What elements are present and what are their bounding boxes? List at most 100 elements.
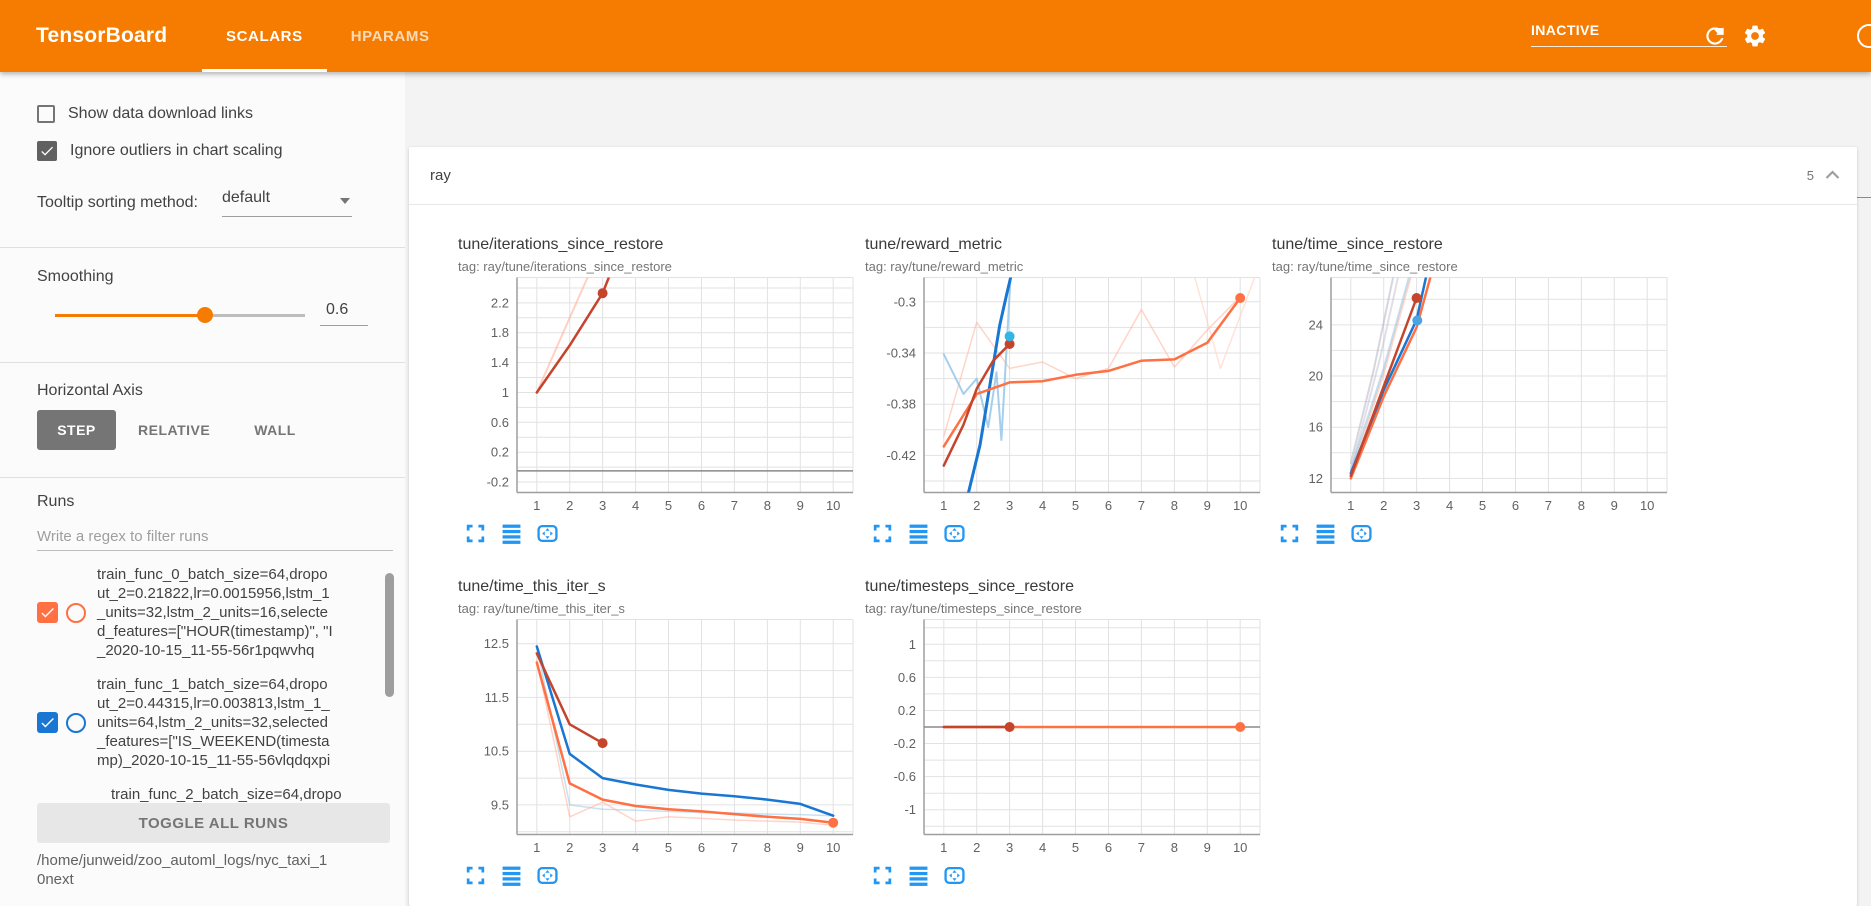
expand-chart-icon[interactable] bbox=[872, 865, 893, 886]
run-checkbox[interactable] bbox=[37, 712, 58, 733]
svg-text:0.2: 0.2 bbox=[898, 703, 916, 718]
chart-runs-list-icon[interactable] bbox=[501, 865, 522, 886]
tag-group-card: ray 5 tune/iterations_since_restoretag: … bbox=[409, 147, 1857, 906]
scalar-chart-card: tune/time_since_restoretag: ray/tune/tim… bbox=[1262, 236, 1669, 578]
run-checkbox[interactable] bbox=[37, 602, 58, 623]
chart-plot[interactable]: 1216202412345678910 bbox=[1262, 277, 1669, 528]
help-icon[interactable] bbox=[1856, 23, 1871, 49]
svg-text:1: 1 bbox=[533, 498, 540, 513]
svg-text:9: 9 bbox=[797, 840, 804, 855]
svg-text:12.5: 12.5 bbox=[484, 636, 509, 651]
chart-runs-list-icon[interactable] bbox=[1315, 523, 1336, 544]
svg-text:16: 16 bbox=[1309, 420, 1323, 435]
axis-step-button[interactable]: STEP bbox=[37, 410, 116, 450]
gear-icon[interactable] bbox=[1742, 23, 1768, 49]
app-logo: TensorBoard bbox=[36, 0, 167, 72]
sidebar-scrollbar[interactable] bbox=[385, 573, 394, 697]
chart-runs-list-icon[interactable] bbox=[501, 523, 522, 544]
svg-text:-0.34: -0.34 bbox=[886, 346, 916, 361]
expand-chart-icon[interactable] bbox=[465, 523, 486, 544]
chart-title: tune/timesteps_since_restore bbox=[855, 578, 1262, 598]
fit-domain-icon[interactable] bbox=[944, 865, 965, 886]
svg-text:8: 8 bbox=[764, 840, 771, 855]
fit-domain-icon[interactable] bbox=[537, 523, 558, 544]
chart-runs-list-icon[interactable] bbox=[908, 865, 929, 886]
chevron-up-icon[interactable] bbox=[1824, 167, 1841, 185]
svg-text:8: 8 bbox=[764, 498, 771, 513]
chart-tag: tag: ray/tune/iterations_since_restore bbox=[448, 259, 855, 274]
ignore-outliers-checkbox-row[interactable]: Ignore outliers in chart scaling bbox=[37, 141, 283, 161]
refresh-icon[interactable] bbox=[1702, 23, 1728, 49]
svg-text:1: 1 bbox=[940, 840, 947, 855]
tag-group-header[interactable]: ray 5 bbox=[409, 147, 1857, 205]
svg-text:1: 1 bbox=[940, 498, 947, 513]
svg-text:6: 6 bbox=[1105, 498, 1112, 513]
chart-plot[interactable]: -1-0.6-0.20.20.6112345678910 bbox=[855, 619, 1262, 870]
svg-text:8: 8 bbox=[1171, 840, 1178, 855]
chart-toolbar bbox=[465, 523, 558, 544]
divider bbox=[0, 247, 405, 248]
chart-runs-list-icon[interactable] bbox=[908, 523, 929, 544]
run-list-item[interactable]: train_func_0_batch_size=64,dropout_2=0.2… bbox=[37, 565, 377, 660]
smoothing-slider[interactable] bbox=[55, 307, 305, 323]
axis-wall-button[interactable]: WALL bbox=[232, 410, 318, 450]
svg-text:10: 10 bbox=[826, 840, 840, 855]
svg-text:4: 4 bbox=[1039, 498, 1046, 513]
fit-domain-icon[interactable] bbox=[537, 865, 558, 886]
axis-relative-button[interactable]: RELATIVE bbox=[116, 410, 232, 450]
expand-chart-icon[interactable] bbox=[465, 865, 486, 886]
svg-text:3: 3 bbox=[599, 498, 606, 513]
tooltip-sorting-dropdown[interactable]: default bbox=[222, 189, 352, 217]
svg-text:1.4: 1.4 bbox=[491, 355, 509, 370]
show-download-links-checkbox-row[interactable]: Show data download links bbox=[37, 105, 253, 123]
svg-text:2: 2 bbox=[973, 498, 980, 513]
svg-text:7: 7 bbox=[731, 498, 738, 513]
main-tabs: SCALARS HPARAMS bbox=[202, 0, 454, 72]
svg-text:0.6: 0.6 bbox=[491, 415, 509, 430]
run-label: train_func_0_batch_size=64,dropout_2=0.2… bbox=[97, 565, 335, 660]
run-color-ring[interactable] bbox=[66, 713, 86, 733]
checkbox-unchecked-icon[interactable] bbox=[37, 105, 55, 123]
toggle-all-runs-button[interactable]: TOGGLE ALL RUNS bbox=[37, 803, 390, 843]
expand-chart-icon[interactable] bbox=[1279, 523, 1300, 544]
runs-regex-filter-input[interactable] bbox=[37, 522, 393, 551]
svg-text:0.6: 0.6 bbox=[898, 670, 916, 685]
svg-text:2: 2 bbox=[1380, 498, 1387, 513]
chart-toolbar bbox=[872, 523, 965, 544]
chart-plot[interactable]: -0.20.20.611.41.82.212345678910 bbox=[448, 277, 855, 528]
chart-tag: tag: ray/tune/reward_metric bbox=[855, 259, 1262, 274]
svg-text:3: 3 bbox=[1006, 840, 1013, 855]
chart-toolbar bbox=[465, 865, 558, 886]
status-dropdown[interactable]: INACTIVE bbox=[1531, 20, 1727, 47]
chart-plot[interactable]: 9.510.511.512.512345678910 bbox=[448, 619, 855, 870]
svg-text:10: 10 bbox=[1233, 498, 1247, 513]
smoothing-value-input[interactable] bbox=[320, 297, 368, 326]
checkbox-checked-icon[interactable] bbox=[37, 141, 57, 161]
fit-domain-icon[interactable] bbox=[1351, 523, 1372, 544]
chart-title: tune/reward_metric bbox=[855, 236, 1262, 256]
run-color-ring[interactable] bbox=[66, 603, 86, 623]
svg-text:-1: -1 bbox=[904, 802, 916, 817]
chart-tag: tag: ray/tune/time_since_restore bbox=[1262, 259, 1669, 274]
expand-chart-icon[interactable] bbox=[872, 523, 893, 544]
svg-text:-0.2: -0.2 bbox=[894, 736, 916, 751]
scalar-chart-card: tune/time_this_iter_stag: ray/tune/time_… bbox=[448, 578, 855, 906]
run-label: train_func_2_batch_size=64,dropout_2= bbox=[111, 785, 349, 805]
tab-hparams[interactable]: HPARAMS bbox=[327, 0, 454, 72]
slider-thumb[interactable] bbox=[197, 307, 213, 323]
svg-text:1: 1 bbox=[533, 840, 540, 855]
run-list-item[interactable]: train_func_2_batch_size=64,dropout_2= bbox=[37, 785, 377, 805]
runs-list: train_func_0_batch_size=64,dropout_2=0.2… bbox=[37, 565, 377, 805]
fit-domain-icon[interactable] bbox=[944, 523, 965, 544]
run-list-item[interactable]: train_func_1_batch_size=64,dropout_2=0.4… bbox=[37, 675, 377, 770]
svg-text:24: 24 bbox=[1309, 317, 1323, 332]
svg-text:10: 10 bbox=[1640, 498, 1654, 513]
svg-text:9.5: 9.5 bbox=[491, 797, 509, 812]
chart-plot[interactable]: -0.42-0.38-0.34-0.312345678910 bbox=[855, 277, 1262, 528]
tooltip-sorting-value: default bbox=[222, 189, 270, 206]
tab-scalars[interactable]: SCALARS bbox=[202, 0, 327, 72]
svg-text:4: 4 bbox=[632, 840, 639, 855]
svg-text:5: 5 bbox=[1479, 498, 1486, 513]
app-header: TensorBoard SCALARS HPARAMS INACTIVE bbox=[0, 0, 1871, 72]
svg-text:2: 2 bbox=[566, 840, 573, 855]
